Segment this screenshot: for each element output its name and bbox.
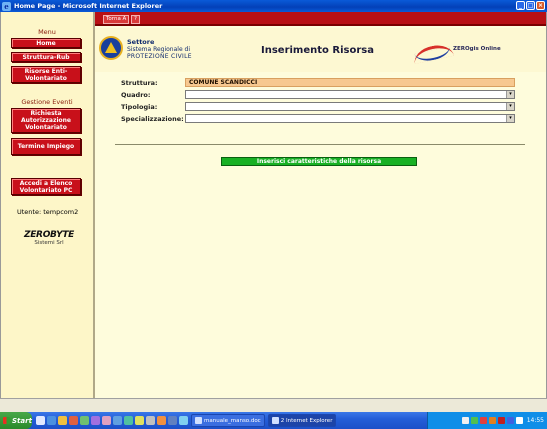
vendor-subtitle: Sistemi Srl: [34, 240, 64, 246]
task-word-document[interactable]: manuale_manso.doc: [191, 414, 265, 427]
sidebar-item-struttura-rub[interactable]: Struttura-Rub: [11, 52, 81, 62]
struttura-label: Struttura:: [121, 79, 158, 87]
app-icon[interactable]: [102, 416, 111, 425]
org-line-1: Settore: [127, 38, 155, 46]
brand-name: ZEROgis Online: [453, 46, 501, 52]
taskbar: Start manuale_manso.doc 2 Internet Explo…: [0, 412, 547, 429]
page-header: Settore Sistema Regionale di PROTEZIONE …: [95, 28, 546, 72]
sidebar: Menu Home Struttura-Rub Risorse Enti-Vol…: [1, 12, 93, 412]
tray-icon[interactable]: [461, 417, 469, 424]
app-icon[interactable]: [135, 416, 144, 425]
tray-icon[interactable]: [479, 417, 487, 424]
insert-characteristics-button[interactable]: Inserisci caratteristiche della risorsa: [221, 157, 417, 166]
clock: 14:55: [526, 417, 544, 424]
window-title: Home Page - Microsoft Internet Explorer: [14, 2, 163, 10]
chevron-down-icon[interactable]: ▾: [506, 91, 514, 98]
specializzazione-select[interactable]: ▾: [185, 114, 515, 123]
app-icon[interactable]: [91, 416, 100, 425]
tray-icon[interactable]: [488, 417, 496, 424]
events-section-title: Gestione Eventi: [21, 98, 73, 106]
form-row-tipologia: Tipologia: ▾: [95, 102, 546, 112]
system-tray: 14:55: [427, 412, 547, 429]
status-bar: [0, 398, 547, 412]
menu-section-title: Menu: [38, 28, 56, 36]
folder-icon[interactable]: [58, 416, 67, 425]
protezione-civile-logo-icon: [99, 36, 123, 60]
task-label: manuale_manso.doc: [204, 417, 261, 424]
tray-icon[interactable]: [506, 417, 514, 424]
vendor-name: ZEROBYTE: [23, 230, 75, 240]
app-icon[interactable]: [80, 416, 89, 425]
app-icon[interactable]: [157, 416, 166, 425]
start-button[interactable]: Start: [0, 412, 32, 429]
tray-icon[interactable]: [497, 417, 505, 424]
internet-explorer-icon: e: [2, 1, 11, 11]
browser-content: Menu Home Struttura-Rub Risorse Enti-Vol…: [0, 12, 547, 412]
back-tab[interactable]: Torna A: [103, 15, 130, 24]
form-row-specializzazione: Specializzazione: ▾: [95, 114, 546, 124]
window-controls: _ □ ×: [516, 1, 545, 10]
volume-icon[interactable]: [515, 417, 523, 424]
zerogis-logo: ZEROgis Online: [411, 40, 509, 65]
sidebar-item-richiesta-autorizzazione[interactable]: Richiesta Autorizzazione Volontariato: [11, 108, 81, 133]
chevron-down-icon[interactable]: ▾: [506, 115, 514, 122]
specializzazione-label: Specializzazione:: [121, 115, 184, 123]
ie-icon: [271, 417, 279, 424]
sidebar-item-elenco-volontariato[interactable]: Accedi a Elenco Volontariato PC: [11, 178, 81, 195]
quadro-select[interactable]: ▾: [185, 90, 515, 99]
app-icon[interactable]: [124, 416, 133, 425]
sidebar-item-risorse[interactable]: Risorse Enti-Volontariato: [11, 66, 81, 83]
word-icon[interactable]: [113, 416, 122, 425]
form-row-quadro: Quadro: ▾: [95, 90, 546, 100]
sidebar-item-home[interactable]: Home: [11, 38, 81, 48]
vendor-logo: ZEROBYTE Sistemi Srl: [19, 230, 79, 246]
tipologia-select[interactable]: ▾: [185, 102, 515, 111]
quadro-label: Quadro:: [121, 91, 151, 99]
current-user: Utente: tempcom2: [17, 208, 79, 216]
desktop-icon[interactable]: [36, 416, 45, 425]
org-line-2: Sistema Regionale di: [127, 46, 191, 53]
sidebar-item-termine-impiego[interactable]: Termine Impiego: [11, 138, 81, 155]
task-label: 2 Internet Explorer: [280, 417, 333, 424]
task-internet-explorer[interactable]: 2 Internet Explorer: [267, 414, 337, 427]
minimize-button[interactable]: _: [516, 1, 525, 10]
ie-icon[interactable]: [47, 416, 56, 425]
app-icon[interactable]: [146, 416, 155, 425]
help-tab[interactable]: ?: [131, 15, 140, 24]
org-line-3: PROTEZIONE CIVILE: [127, 53, 192, 60]
struttura-field: COMUNE SCANDICCI: [185, 78, 515, 87]
maximize-button[interactable]: □: [526, 1, 535, 10]
tipologia-label: Tipologia:: [121, 103, 158, 111]
form-divider: [115, 144, 525, 145]
close-button[interactable]: ×: [536, 1, 545, 10]
windows-logo-icon: [3, 417, 10, 424]
form-row-struttura: Struttura: COMUNE SCANDICCI: [95, 78, 546, 88]
top-navigation-bar: Torna A ?: [95, 12, 546, 26]
chevron-down-icon[interactable]: ▾: [506, 103, 514, 110]
quick-launch: [36, 416, 188, 425]
document-icon: [195, 417, 202, 424]
start-label: Start: [12, 416, 32, 425]
page-title: Inserimento Risorsa: [261, 45, 374, 56]
app-icon[interactable]: [69, 416, 78, 425]
sidebar-divider: [93, 12, 95, 412]
app-icon[interactable]: [179, 416, 188, 425]
window-title-bar[interactable]: e Home Page - Microsoft Internet Explore…: [0, 0, 547, 12]
tray-icon[interactable]: [470, 417, 478, 424]
app-icon[interactable]: [168, 416, 177, 425]
